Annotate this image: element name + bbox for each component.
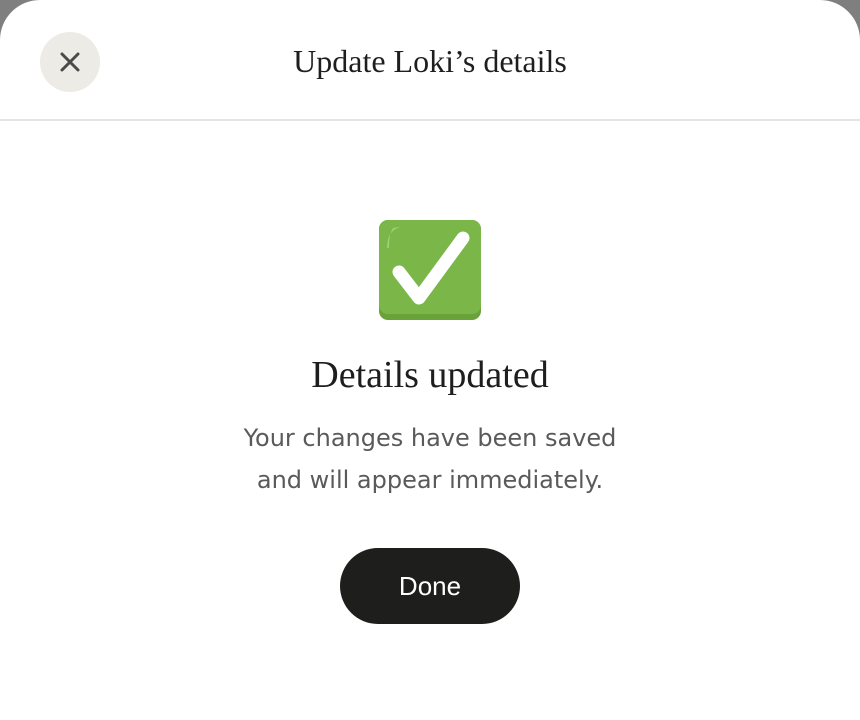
- success-heading: Details updated: [311, 354, 549, 396]
- dialog-title: Update Loki’s details: [293, 43, 567, 79]
- success-message-line1: Your changes have been saved: [243, 424, 617, 452]
- done-button[interactable]: Done: [340, 548, 520, 624]
- success-message: Your changes have been saved and will ap…: [200, 417, 660, 501]
- success-message-line2: and will appear immediately.: [256, 466, 604, 494]
- update-details-dialog: Update Loki’s details Details updated Yo…: [0, 0, 860, 720]
- dialog-header: Update Loki’s details: [0, 0, 860, 121]
- check-mark-button-icon: [379, 220, 481, 320]
